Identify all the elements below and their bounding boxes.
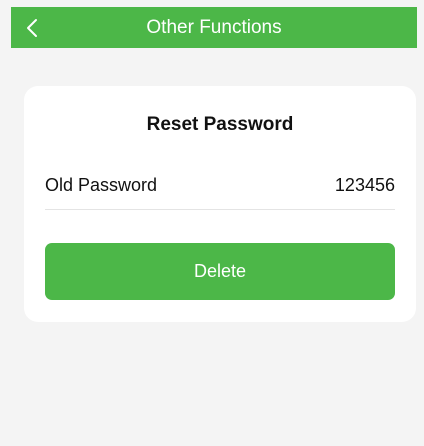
back-button[interactable]	[11, 7, 53, 48]
old-password-label: Old Password	[45, 175, 158, 195]
card-title: Reset Password	[146, 114, 294, 135]
delete-button[interactable]: Delete	[45, 243, 395, 300]
old-password-value: 123456	[334, 175, 395, 195]
reset-password-card: Reset Password Old Password 123456 Delet…	[24, 86, 416, 322]
chevron-left-icon	[26, 18, 38, 38]
page-title: Other Functions	[146, 17, 282, 38]
top-nav-bar: Other Functions	[11, 7, 417, 48]
old-password-row: Old Password 123456	[45, 173, 395, 210]
